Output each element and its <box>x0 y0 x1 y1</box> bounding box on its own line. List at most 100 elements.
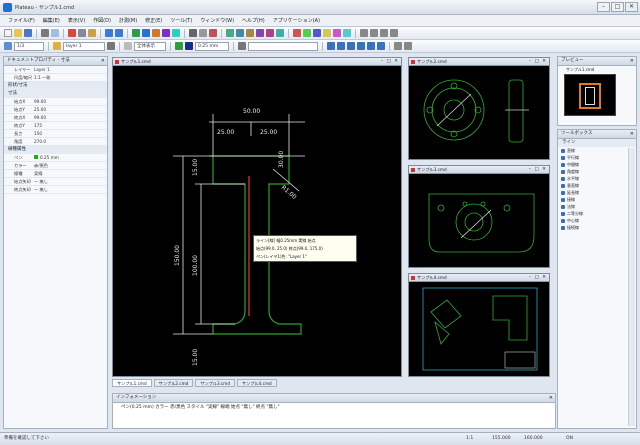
copy-icon[interactable] <box>78 29 86 37</box>
menu-tools[interactable]: ツール(T) <box>166 17 196 24</box>
magnify-icon[interactable] <box>124 42 132 50</box>
preview-thumbnail[interactable] <box>564 74 616 116</box>
drawing-canvas[interactable]: 50.00 25.00 25.00 150.00 100.00 30.00 15… <box>113 66 401 376</box>
prop-value[interactable]: 270.0 <box>32 138 107 145</box>
view-select[interactable]: layer 1 <box>63 41 105 51</box>
prop-value[interactable]: 99.00 <box>32 114 107 121</box>
linetype-select[interactable] <box>248 41 318 51</box>
mirror-icon[interactable] <box>246 29 254 37</box>
tab-sample3[interactable]: サンプル3.cmd <box>195 379 236 387</box>
snap-icon[interactable] <box>313 29 321 37</box>
toolbox-category[interactable]: ライン <box>558 139 636 147</box>
redo-icon[interactable] <box>115 29 123 37</box>
polar-icon[interactable] <box>343 29 351 37</box>
tab-sample1[interactable]: サンプル1.cmd <box>112 379 152 387</box>
prop-category[interactable]: 寸法 <box>4 90 107 98</box>
save-icon[interactable] <box>24 29 32 37</box>
drawing-window-3[interactable]: サンプル3.cmd – □ ✕ <box>408 165 550 268</box>
tool-item[interactable]: 角度線 <box>558 168 636 175</box>
layer-icon[interactable] <box>293 29 301 37</box>
prop-value[interactable]: ー 無し <box>32 178 107 185</box>
zoom-in-icon[interactable] <box>360 29 368 37</box>
layer-select[interactable]: 1/3 <box>14 41 44 51</box>
window-buttons[interactable]: – □ ✕ <box>381 58 399 65</box>
bring-front-icon[interactable] <box>367 42 375 50</box>
tool-item[interactable]: 接続線 <box>558 224 636 231</box>
window-buttons[interactable]: – □ ✕ <box>529 166 547 173</box>
trim-icon[interactable] <box>266 29 274 37</box>
area-icon[interactable] <box>404 42 412 50</box>
tool-item[interactable]: 水平線 <box>558 175 636 182</box>
tab-sample4[interactable]: サンプル4.cmd <box>237 379 277 387</box>
polyline-icon[interactable] <box>172 29 180 37</box>
menu-application[interactable]: アプリケーション(A) <box>269 17 324 24</box>
prop-value[interactable]: 25.00 <box>32 106 107 113</box>
tool-item[interactable]: 直線 <box>558 147 636 154</box>
menu-window[interactable]: ウィンドウ(W) <box>196 17 238 24</box>
scale-icon[interactable] <box>256 29 264 37</box>
rotate-icon[interactable] <box>236 29 244 37</box>
menu-help[interactable]: ヘルプ(H) <box>238 17 269 24</box>
tab-sample2[interactable]: サンプル2.cmd <box>153 379 194 387</box>
preview-icon[interactable] <box>51 29 59 37</box>
close-icon[interactable]: ✕ <box>549 394 553 402</box>
prop-value[interactable]: 175 <box>32 122 107 129</box>
layer-manager-icon[interactable] <box>4 42 12 50</box>
prop-value[interactable]: ー 無し <box>32 186 107 193</box>
close-icon[interactable]: ✕ <box>630 57 634 65</box>
menu-file[interactable]: ファイル(F) <box>4 17 39 24</box>
toolbox-scrollbar[interactable] <box>628 148 635 426</box>
drawing-window-4[interactable]: サンプル4.cmd – □ ✕ <box>408 273 550 377</box>
circle-icon[interactable] <box>142 29 150 37</box>
tool-item[interactable]: 中間線 <box>558 161 636 168</box>
distribute-icon[interactable] <box>337 42 345 50</box>
zoom-all-icon[interactable] <box>380 29 388 37</box>
cut-icon[interactable] <box>68 29 76 37</box>
menu-measure[interactable]: 計測(M) <box>115 17 141 24</box>
prop-value[interactable]: 99.00 <box>32 98 107 105</box>
prop-category[interactable]: 形状/寸法 <box>4 82 107 90</box>
undo-icon[interactable] <box>105 29 113 37</box>
align-icon[interactable] <box>327 42 335 50</box>
color-icon[interactable] <box>185 42 193 50</box>
line-width-select[interactable]: 0.25 mm <box>195 41 229 51</box>
prop-value[interactable]: 実線 <box>32 170 107 177</box>
minimize-button[interactable]: – <box>597 2 610 12</box>
move-icon[interactable] <box>226 29 234 37</box>
arc-icon[interactable] <box>152 29 160 37</box>
menu-edit[interactable]: 編集(E) <box>39 17 64 24</box>
ortho-icon[interactable] <box>323 29 331 37</box>
prop-value[interactable]: 0.25 mm <box>32 154 107 161</box>
hatch-icon[interactable] <box>209 29 217 37</box>
view-options-icon[interactable] <box>107 42 115 50</box>
osnap-icon[interactable] <box>333 29 341 37</box>
prop-value[interactable]: 1:1 一致 <box>32 74 107 81</box>
print-icon[interactable] <box>41 29 49 37</box>
measure-icon[interactable] <box>394 42 402 50</box>
tool-item[interactable]: 法線 <box>558 203 636 210</box>
close-icon[interactable]: ✕ <box>101 57 105 65</box>
prop-value[interactable]: Layer 1 <box>32 66 107 73</box>
pen-icon[interactable] <box>175 42 183 50</box>
dimension-icon[interactable] <box>189 29 197 37</box>
extend-icon[interactable] <box>276 29 284 37</box>
drawing-window-2[interactable]: サンプル2.cmd – □ ✕ <box>408 57 550 160</box>
prop-value[interactable]: 赤/黒色 <box>32 162 107 169</box>
menu-view[interactable]: 表示(V) <box>64 17 89 24</box>
zoom-out-icon[interactable] <box>370 29 378 37</box>
scale-select[interactable]: 全体表示 <box>134 41 166 51</box>
prop-value[interactable]: 150 <box>32 130 107 137</box>
window-buttons[interactable]: – □ ✕ <box>529 58 547 65</box>
pan-icon[interactable] <box>390 29 398 37</box>
grid-icon[interactable] <box>303 29 311 37</box>
new-icon[interactable] <box>4 29 12 37</box>
tool-item[interactable]: 平行線 <box>558 154 636 161</box>
tool-item[interactable]: 延長線 <box>558 189 636 196</box>
line-icon[interactable] <box>132 29 140 37</box>
menu-modify[interactable]: 修正(E) <box>141 17 166 24</box>
linetype-icon[interactable] <box>238 42 246 50</box>
menu-draw[interactable]: 作図(D) <box>89 17 115 24</box>
tool-item[interactable]: 二等分線 <box>558 210 636 217</box>
open-icon[interactable] <box>14 29 22 37</box>
close-button[interactable]: ✕ <box>625 2 638 12</box>
